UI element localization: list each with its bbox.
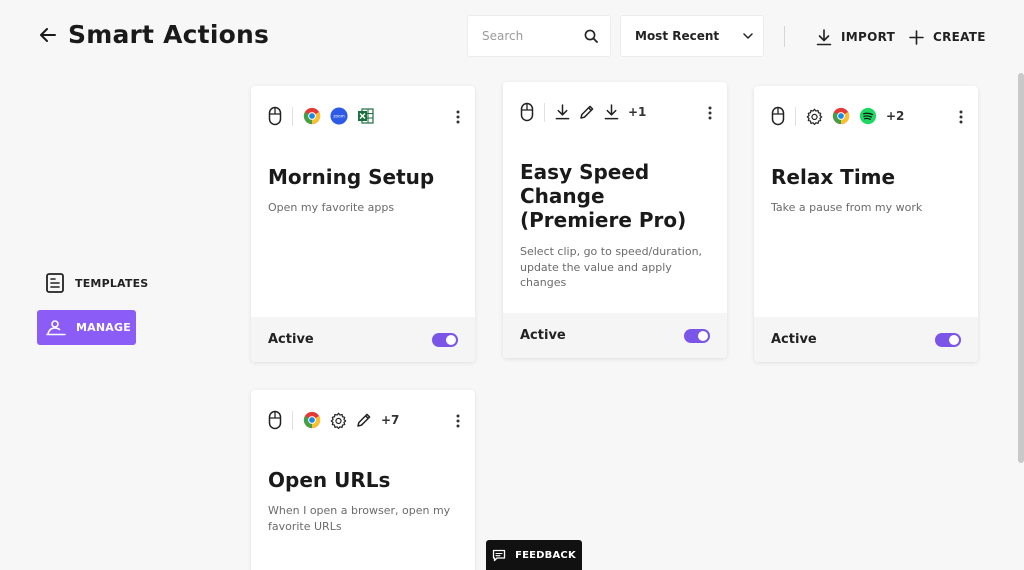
create-label: CREATE [933, 30, 986, 44]
icon-separator [292, 106, 293, 126]
more-options-icon[interactable] [954, 106, 968, 128]
sidebar-item-label: MANAGE [76, 321, 131, 334]
mouse-icon [520, 102, 534, 122]
toggle-knob [949, 334, 959, 345]
extra-actions-count: +7 [381, 413, 400, 427]
active-toggle[interactable] [432, 332, 458, 347]
status-label: Active [771, 332, 817, 347]
download-icon [604, 104, 619, 120]
card-description: Open my favorite apps [268, 201, 395, 214]
header-divider [784, 26, 785, 47]
chat-icon [492, 549, 506, 562]
sort-dropdown[interactable]: Most Recent [620, 15, 764, 57]
more-options-icon[interactable] [451, 106, 465, 128]
active-toggle[interactable] [935, 332, 961, 347]
pencil-icon [579, 104, 595, 120]
status-label: Active [520, 328, 566, 343]
mouse-icon [268, 106, 282, 126]
chrome-icon [832, 107, 850, 125]
card-title: Relax Time [771, 165, 896, 189]
scrollbar[interactable] [1018, 73, 1024, 463]
manage-icon [46, 319, 66, 336]
import-label: IMPORT [841, 30, 896, 44]
card-title: Morning Setup [268, 165, 435, 189]
search-placeholder: Search [482, 29, 524, 43]
mouse-icon [268, 410, 282, 430]
card-title: Easy Speed Change (Premiere Pro) [520, 160, 687, 232]
icon-separator [795, 106, 796, 126]
icon-separator [292, 410, 293, 430]
pencil-icon [356, 412, 372, 428]
download-icon [555, 104, 570, 120]
templates-icon [46, 273, 64, 293]
trigger-icons: +1 [520, 100, 646, 124]
import-button[interactable]: IMPORT [816, 26, 895, 48]
smart-action-card[interactable]: +1 Easy Speed Change (Premiere Pro) Sele… [503, 82, 727, 358]
extra-actions-count: +2 [886, 109, 905, 123]
create-button[interactable]: CREATE [909, 26, 986, 48]
icon-separator [544, 102, 545, 122]
smart-action-card[interactable]: +7 Open URLs When I open a browser, open… [251, 390, 475, 570]
toggle-knob [446, 334, 456, 345]
import-icon [816, 28, 832, 46]
search-input[interactable]: Search [467, 15, 611, 57]
sidebar-item-manage[interactable]: MANAGE [37, 310, 136, 345]
gear-icon [806, 108, 823, 125]
toggle-knob [698, 330, 708, 341]
trigger-icons: zoom [268, 104, 374, 128]
status-label: Active [268, 332, 314, 347]
zoom-icon: zoom [330, 107, 348, 125]
page-header: Smart Actions Search Most Recent IMPORT … [0, 0, 1024, 75]
card-description: When I open a browser, open my favorite … [268, 504, 451, 533]
mouse-icon [771, 106, 785, 126]
spotify-icon [859, 107, 877, 125]
trigger-icons: +2 [771, 104, 904, 128]
card-footer: Active [503, 313, 727, 358]
smart-action-card[interactable]: zoom Morning Setup Open my favorite apps… [251, 86, 475, 362]
sort-value: Most Recent [635, 29, 720, 43]
sidebar-item-label: TEMPLATES [75, 276, 149, 290]
card-title: Open URLs [268, 468, 391, 492]
card-footer: Active [754, 317, 978, 362]
smart-action-card[interactable]: +2 Relax Time Take a pause from my work … [754, 86, 978, 362]
search-icon[interactable] [584, 29, 598, 43]
card-footer: Active [251, 317, 475, 362]
extra-actions-count: +1 [628, 105, 647, 119]
more-options-icon[interactable] [703, 102, 717, 124]
back-arrow-icon[interactable] [38, 25, 58, 45]
chrome-icon [303, 411, 321, 429]
gear-icon [330, 412, 347, 429]
plus-icon [909, 29, 924, 45]
feedback-button[interactable]: FEEDBACK [486, 540, 582, 570]
zoom-icon-text: zoom [333, 114, 344, 119]
feedback-label: FEEDBACK [515, 549, 576, 561]
excel-icon [357, 107, 374, 125]
chevron-down-icon [743, 33, 753, 39]
chrome-icon [303, 107, 321, 125]
sidebar-item-templates[interactable]: TEMPLATES [46, 273, 148, 293]
active-toggle[interactable] [684, 328, 710, 343]
card-description: Select clip, go to speed/duration, updat… [520, 245, 703, 289]
page-title: Smart Actions [68, 20, 270, 49]
trigger-icons: +7 [268, 408, 399, 432]
more-options-icon[interactable] [451, 410, 465, 432]
card-description: Take a pause from my work [771, 201, 923, 214]
